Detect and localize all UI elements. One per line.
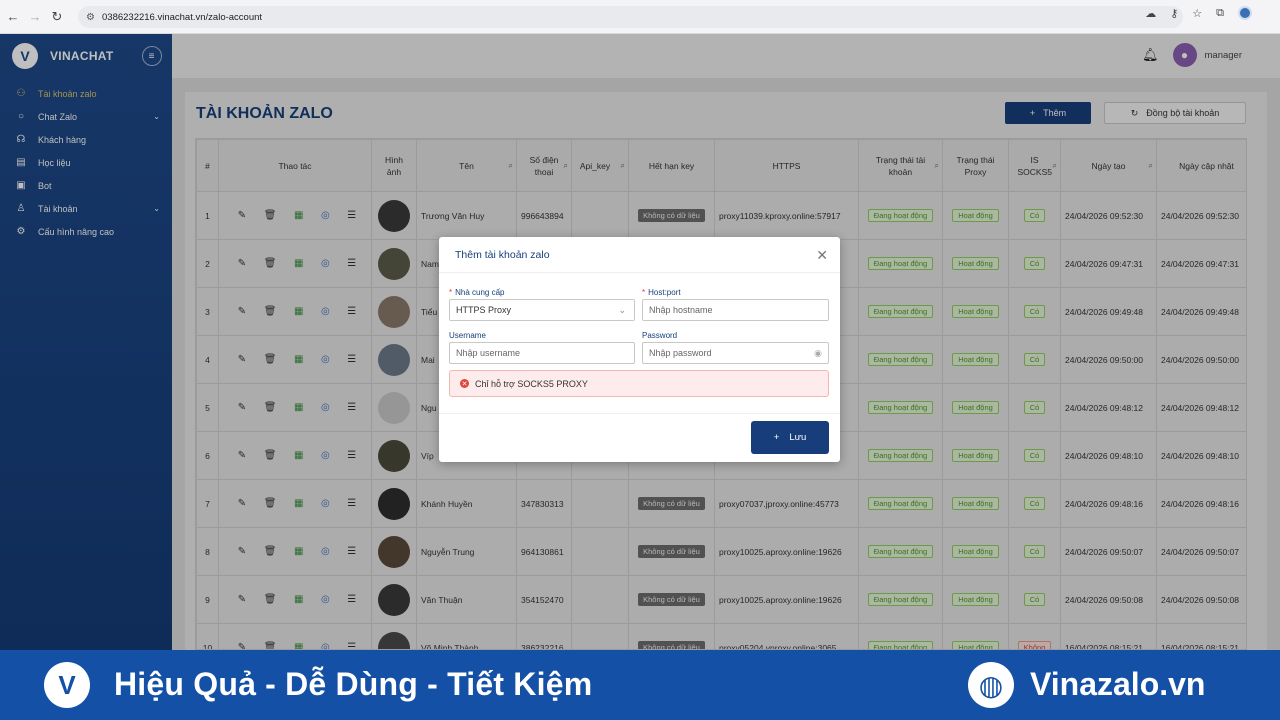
back-icon[interactable]: ← (2, 6, 24, 28)
url-text: 0386232216.vinachat.vn/zalo-account (102, 11, 263, 23)
password-input[interactable]: Nhập password ◉ (642, 342, 829, 364)
host-input[interactable]: Nhập hostname (642, 299, 829, 321)
brand-logo-icon: V (44, 662, 90, 708)
divider (439, 413, 840, 414)
banner-website: Vinazalo.vn (1030, 666, 1206, 702)
star-icon[interactable]: ☆ (1192, 7, 1202, 20)
alert-text: Chỉ hỗ trợ SOCKS5 PROXY (475, 378, 588, 389)
banner-slogan: Hiệu Quả - Dễ Dùng - Tiết Kiệm (114, 666, 593, 702)
error-alert: ✕ Chỉ hỗ trợ SOCKS5 PROXY (449, 370, 829, 397)
reload-icon[interactable]: ↻ (46, 6, 68, 28)
globe-icon: ◍ (968, 662, 1014, 708)
username-input[interactable]: Nhập username (449, 342, 635, 364)
password-label: Password (642, 331, 678, 340)
provider-select[interactable]: HTTPS Proxy ⌄ (449, 299, 635, 321)
error-icon: ✕ (460, 379, 469, 388)
eye-off-icon[interactable]: ◉ (814, 348, 822, 359)
address-bar[interactable]: ⚙ 0386232216.vinachat.vn/zalo-account (78, 6, 1183, 28)
username-label: Username (449, 331, 486, 340)
promo-banner: V Hiệu Quả - Dễ Dùng - Tiết Kiệm ◍ Vinaz… (0, 650, 1280, 720)
save-button-label: Lưu (789, 432, 807, 443)
close-icon[interactable]: ✕ (816, 247, 828, 264)
chevron-down-icon: ⌄ (618, 304, 626, 315)
add-zalo-account-modal: Thêm tài khoản zalo ✕ * Nhà cung cấp HTTP… (439, 237, 840, 462)
site-info-icon[interactable]: ⚙ (86, 12, 98, 23)
provider-label: * Nhà cung cấp (449, 288, 505, 297)
host-label: * Host:port (642, 288, 681, 297)
cloud-icon[interactable]: ☁ (1145, 7, 1156, 20)
save-button[interactable]: + Lưu (751, 421, 829, 454)
plus-icon: + (773, 432, 780, 443)
key-icon[interactable]: ⚷ (1170, 7, 1178, 20)
forward-icon[interactable]: → (24, 6, 46, 28)
modal-title: Thêm tài khoản zalo (455, 249, 550, 261)
browser-toolbar: ← → ↻ ⚙ 0386232216.vinachat.vn/zalo-acco… (0, 0, 1280, 34)
profile-icon[interactable] (1238, 6, 1252, 20)
extensions-icon[interactable]: ⧉ (1216, 7, 1224, 20)
divider (439, 272, 840, 273)
